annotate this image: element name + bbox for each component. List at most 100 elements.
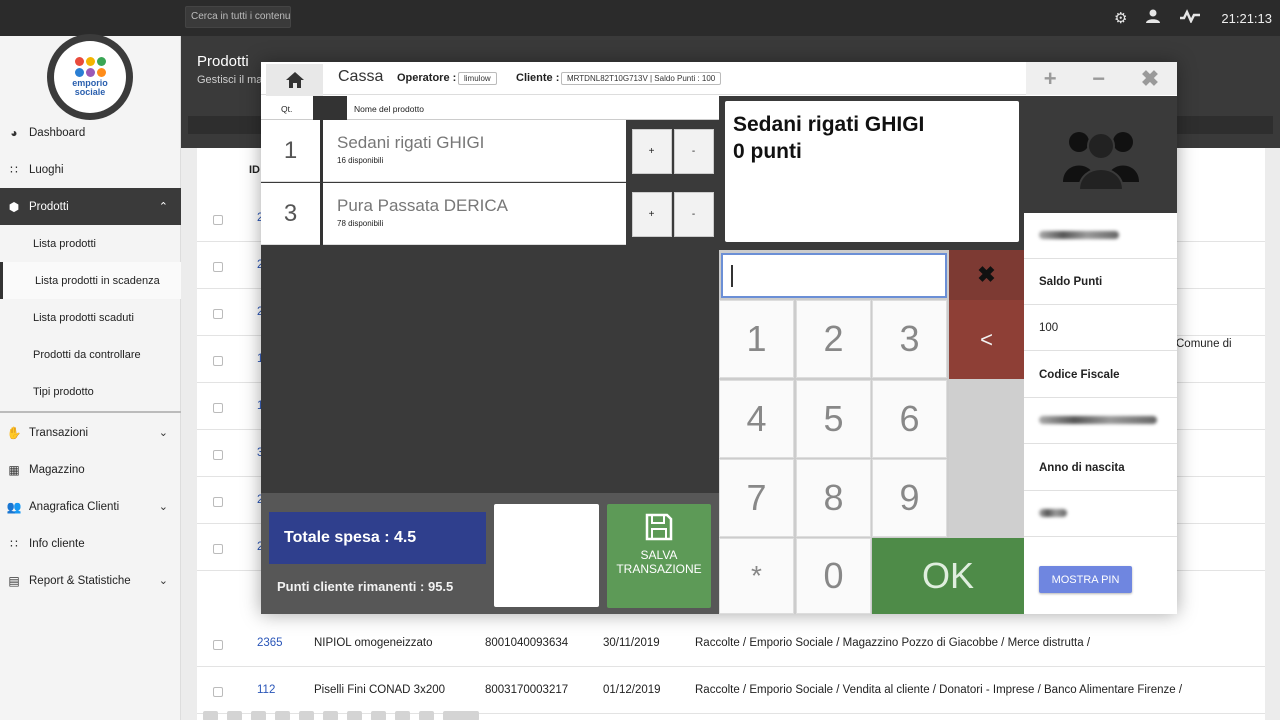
- sidebar-subitem-prodotti-da-controllare[interactable]: Prodotti da controllare: [0, 336, 181, 373]
- key-1[interactable]: 1: [719, 300, 794, 378]
- row-checkbox[interactable]: [213, 356, 223, 366]
- table-row[interactable]: 2365 NIPIOL omogeneizzato 8001040093634 30/…: [197, 620, 1265, 667]
- floppy-disk-icon: [645, 513, 673, 541]
- customer-name-redacted: [1024, 213, 1177, 259]
- row-checkbox[interactable]: [213, 309, 223, 319]
- key-5[interactable]: 5: [796, 380, 871, 458]
- show-pin-button[interactable]: MOSTRA PIN: [1039, 566, 1132, 593]
- row-peek-text: Comune di: [1176, 338, 1232, 350]
- row-checkbox[interactable]: [213, 497, 223, 507]
- key-3[interactable]: 3: [872, 300, 947, 378]
- report-icon: ▤: [8, 573, 20, 588]
- grid-icon: ∷: [10, 536, 18, 551]
- sidebar-item-label: Anagrafica Clienti: [29, 500, 120, 513]
- codice-fiscale-redacted: [1024, 398, 1177, 444]
- close-button[interactable]: ✖: [1141, 66, 1159, 92]
- emporio-logo[interactable]: emporio sociale: [47, 34, 133, 120]
- modal-title: Cassa: [338, 68, 384, 85]
- key-7[interactable]: 7: [719, 459, 794, 537]
- sidebar-item-transazioni[interactable]: ✋ Transazioni ⌄: [0, 414, 181, 451]
- product-info-card: Sedani rigati GHIGI 0 punti: [725, 101, 1019, 242]
- key-8[interactable]: 8: [796, 459, 871, 537]
- sidebar-item-label: Magazzino: [29, 463, 85, 476]
- home-button[interactable]: [266, 64, 323, 96]
- cart-column-header: Qt. Nome del prodotto: [261, 96, 719, 120]
- gear-icon[interactable]: ⚙: [1114, 9, 1127, 27]
- table-row[interactable]: 112 Piselli Fini CONAD 3x200 8003170003217…: [197, 667, 1265, 714]
- sidebar-subitem-tipi-prodotto[interactable]: Tipi prodotto: [0, 373, 181, 410]
- logo-text-2: sociale: [74, 87, 106, 97]
- anno-nascita-redacted: [1024, 491, 1177, 537]
- row-checkbox[interactable]: [213, 262, 223, 272]
- cart-row[interactable]: 3 Pura Passata DERICA 78 disponibili + -: [261, 183, 719, 245]
- keypad-blank: [949, 379, 1024, 538]
- sidebar: emporio sociale ◕ Dashboard ∷ Luoghi ⬢ P…: [0, 34, 181, 720]
- pagination[interactable]: [203, 711, 479, 720]
- cart-row[interactable]: 1 Sedani rigati GHIGI 16 disponibili + -: [261, 120, 719, 182]
- hand-icon: ✋: [6, 425, 22, 440]
- ok-key[interactable]: OK: [872, 538, 1024, 614]
- blank-panel: [494, 504, 599, 607]
- user-icon[interactable]: [1145, 8, 1161, 28]
- sidebar-item-report-statistiche[interactable]: ▤ Report & Statistiche ⌄: [0, 562, 181, 599]
- increment-button[interactable]: +: [631, 191, 672, 237]
- row-checkbox[interactable]: [213, 544, 223, 554]
- chevron-down-icon: ⌄: [158, 427, 168, 439]
- sidebar-item-label: Info cliente: [29, 537, 85, 550]
- row-id-link[interactable]: 112: [257, 684, 275, 696]
- operator-value: limulow: [458, 72, 497, 85]
- cart-product-name: Sedani rigati GHIGI: [337, 133, 485, 152]
- sidebar-subitem-prodotti-scaduti[interactable]: Lista prodotti scaduti: [0, 299, 181, 336]
- maximize-button[interactable]: +: [1044, 66, 1057, 92]
- row-checkbox[interactable]: [213, 215, 223, 225]
- row-checkbox[interactable]: [213, 403, 223, 413]
- top-bar: Cerca in tutti i contenuti ⚙ 21:21:13: [0, 0, 1280, 36]
- total-spesa: Totale spesa : 4.5: [269, 512, 486, 564]
- sidebar-item-info-cliente[interactable]: ∷ Info cliente: [0, 525, 181, 562]
- page-subtitle: Gestisci il mag: [197, 74, 269, 86]
- column-header-id[interactable]: ID: [249, 164, 260, 176]
- customer-panel: Saldo Punti 100 Codice Fiscale Anno di n…: [1024, 96, 1177, 614]
- row-id-link[interactable]: 2365: [257, 637, 283, 649]
- increment-button[interactable]: +: [631, 128, 672, 174]
- sidebar-item-prodotti[interactable]: ⬢ Prodotti ⌃: [0, 188, 181, 225]
- row-checkbox[interactable]: [213, 640, 223, 650]
- save-transaction-button[interactable]: SALVA TRANSAZIONE: [607, 504, 711, 608]
- key-asterisk[interactable]: *: [719, 538, 794, 614]
- sidebar-subitem-prodotti-in-scadenza[interactable]: Lista prodotti in scadenza: [0, 262, 181, 299]
- keypad-input[interactable]: [721, 253, 947, 298]
- activity-icon[interactable]: [1179, 9, 1201, 27]
- key-4[interactable]: 4: [719, 380, 794, 458]
- dashboard-icon: ◕: [10, 125, 18, 140]
- backspace-key[interactable]: <: [949, 300, 1024, 379]
- sidebar-item-magazzino[interactable]: ▦ Magazzino: [0, 451, 181, 488]
- key-9[interactable]: 9: [872, 459, 947, 537]
- minimize-button[interactable]: −: [1092, 66, 1105, 92]
- row-checkbox[interactable]: [213, 687, 223, 697]
- clear-key[interactable]: ✖: [949, 250, 1024, 300]
- text-caret: [731, 265, 733, 287]
- cart-qty: 1: [261, 120, 323, 182]
- selected-product-name: Sedani rigati GHIGI: [733, 113, 925, 136]
- global-search-input[interactable]: Cerca in tutti i contenuti: [185, 6, 291, 28]
- sidebar-item-anagrafica-clienti[interactable]: 👥 Anagrafica Clienti ⌄: [0, 488, 181, 525]
- sidebar-item-luoghi[interactable]: ∷ Luoghi: [0, 151, 181, 188]
- sidebar-nav: ◕ Dashboard ∷ Luoghi ⬢ Prodotti ⌃ Lista …: [0, 114, 181, 599]
- logo-tree-icon: [70, 57, 110, 77]
- sidebar-subitem-lista-prodotti[interactable]: Lista prodotti: [0, 225, 181, 262]
- cart-list: 1 Sedani rigati GHIGI 16 disponibili + -…: [261, 120, 719, 493]
- key-0[interactable]: 0: [796, 538, 871, 614]
- client-label: Cliente :: [516, 72, 560, 84]
- codice-fiscale-label: Codice Fiscale: [1024, 352, 1177, 398]
- key-2[interactable]: 2: [796, 300, 871, 378]
- sidebar-item-label: Report & Statistiche: [29, 574, 131, 587]
- key-6[interactable]: 6: [872, 380, 947, 458]
- row-checkbox[interactable]: [213, 450, 223, 460]
- window-controls: + − ✖: [1026, 62, 1177, 95]
- sidebar-item-dashboard[interactable]: ◕ Dashboard: [0, 114, 181, 151]
- sidebar-item-label: Transazioni: [29, 426, 89, 439]
- users-icon: 👥: [6, 499, 22, 514]
- decrement-button[interactable]: -: [673, 191, 714, 237]
- column-qty: Qt.: [281, 104, 293, 114]
- decrement-button[interactable]: -: [673, 128, 714, 174]
